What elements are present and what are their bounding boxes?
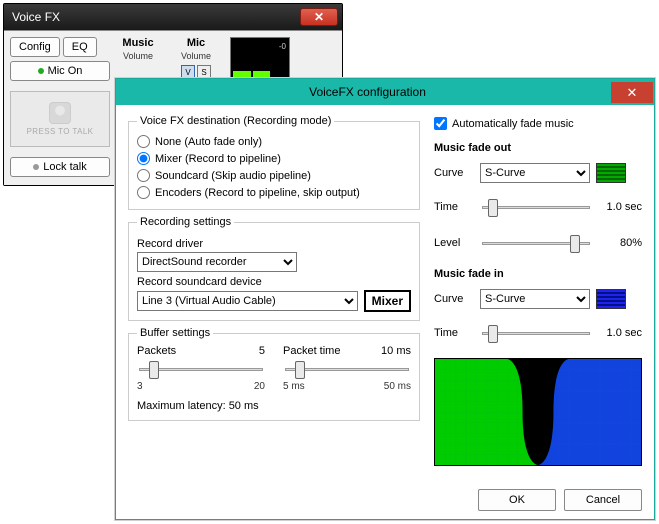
record-device-select[interactable]: Line 3 (Virtual Audio Cable) — [137, 291, 358, 311]
microphone-icon — [49, 102, 71, 124]
fade-in-time-value: 1.0 sec — [598, 327, 642, 339]
fade-curve-preview — [434, 358, 642, 466]
ptt-label: PRESS TO TALK — [27, 127, 94, 136]
max-latency-label: Maximum latency: 50 ms — [137, 400, 411, 412]
config-titlebar[interactable]: VoiceFX configuration ✕ — [116, 79, 654, 105]
packets-value: 5 — [259, 345, 265, 357]
fade-in-curve-label: Curve — [434, 293, 474, 305]
buffer-legend: Buffer settings — [137, 327, 213, 339]
mixer-button[interactable]: Mixer — [364, 290, 411, 312]
fade-in-heading: Music fade in — [434, 268, 642, 280]
fade-out-level-value: 80% — [598, 237, 642, 249]
fade-in-curve-select[interactable]: S-Curve — [480, 289, 590, 309]
close-icon[interactable]: ✕ — [300, 8, 338, 26]
dest-radio-mixer[interactable]: Mixer (Record to pipeline) — [137, 150, 411, 167]
buffer-group: Buffer settings Packets 5 3 — [128, 327, 420, 421]
packets-label: Packets — [137, 345, 176, 357]
auto-fade-checkbox[interactable]: Automatically fade music — [434, 115, 642, 132]
cancel-button[interactable]: Cancel — [564, 489, 642, 511]
fade-out-time-slider[interactable] — [480, 197, 592, 219]
dest-radio-none[interactable]: None (Auto fade only) — [137, 133, 411, 150]
lock-talk-button[interactable]: Lock talk — [10, 157, 110, 177]
config-button[interactable]: Config — [10, 37, 60, 57]
status-dot-icon — [33, 164, 39, 170]
fade-out-curve-select[interactable]: S-Curve — [480, 163, 590, 183]
record-device-label: Record soundcard device — [137, 276, 411, 288]
packet-time-slider[interactable] — [283, 359, 411, 381]
packet-time-label: Packet time — [283, 345, 340, 357]
recording-group: Recording settings Record driver DirectS… — [128, 216, 420, 321]
fade-in-curve-icon — [596, 289, 626, 309]
fade-out-level-label: Level — [434, 237, 474, 249]
fade-in-time-slider[interactable] — [480, 323, 592, 345]
record-driver-select[interactable]: DirectSound recorder — [137, 252, 297, 272]
mic-on-button[interactable]: Mic On — [10, 61, 110, 81]
destination-group: Voice FX destination (Recording mode) No… — [128, 115, 420, 210]
config-title-text: VoiceFX configuration — [124, 85, 611, 99]
fade-out-time-value: 1.0 sec — [598, 201, 642, 213]
mic-on-label: Mic On — [48, 65, 83, 77]
dest-radio-soundcard[interactable]: Soundcard (Skip audio pipeline) — [137, 167, 411, 184]
voicefx-titlebar[interactable]: Voice FX ✕ — [4, 4, 342, 30]
voicefx-title-text: Voice FX — [12, 10, 60, 24]
close-icon[interactable]: ✕ — [611, 82, 653, 103]
press-to-talk-button[interactable]: PRESS TO TALK — [10, 91, 110, 147]
fade-out-curve-label: Curve — [434, 167, 474, 179]
fade-out-curve-icon — [596, 163, 626, 183]
fade-out-level-slider[interactable] — [480, 233, 592, 255]
lock-talk-label: Lock talk — [43, 161, 86, 173]
fade-in-time-label: Time — [434, 327, 474, 339]
fade-out-heading: Music fade out — [434, 142, 642, 154]
mic-heading: Mic — [187, 37, 205, 51]
music-heading: Music — [122, 37, 153, 51]
destination-legend: Voice FX destination (Recording mode) — [137, 115, 334, 127]
config-dialog: VoiceFX configuration ✕ Voice FX destina… — [115, 78, 655, 520]
packets-slider[interactable] — [137, 359, 265, 381]
packet-time-value: 10 ms — [381, 345, 411, 357]
recording-legend: Recording settings — [137, 216, 234, 228]
v-toggle[interactable]: V — [181, 65, 195, 79]
ok-button[interactable]: OK — [478, 489, 556, 511]
fade-out-time-label: Time — [434, 201, 474, 213]
mic-volume-label: Volume — [181, 51, 211, 63]
music-volume-label: Volume — [123, 51, 153, 63]
dest-radio-encoders[interactable]: Encoders (Record to pipeline, skip outpu… — [137, 184, 411, 201]
status-dot-icon — [38, 68, 44, 74]
eq-button[interactable]: EQ — [63, 37, 97, 57]
s-toggle[interactable]: S — [197, 65, 211, 79]
record-driver-label: Record driver — [137, 238, 411, 250]
